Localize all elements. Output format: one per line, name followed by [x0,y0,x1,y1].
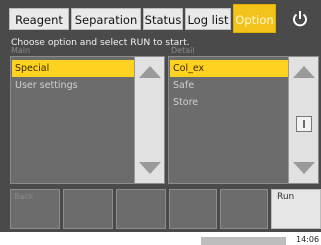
action-button-4[interactable] [169,189,217,229]
tab-reagent[interactable]: Reagent [9,8,69,30]
info-icon [303,120,305,128]
scroll-down-icon[interactable] [293,162,315,174]
option-screen: Reagent Separation Status Log list Optio… [0,0,321,232]
action-button-5[interactable] [220,189,268,229]
scroll-down-icon[interactable] [139,162,161,174]
instruction-text: Choose option and select RUN to start. [11,37,190,48]
detail-scrollbar[interactable] [288,57,318,183]
detail-item-store[interactable]: Store [170,94,288,111]
scroll-up-icon[interactable] [293,66,315,78]
power-button[interactable] [286,8,314,30]
main-item-special[interactable]: Special [12,60,134,77]
tab-option[interactable]: Option [233,4,276,33]
main-list: Special User settings [12,60,134,94]
info-button[interactable] [296,116,312,132]
power-icon [293,11,307,27]
tab-status[interactable]: Status [143,8,183,30]
action-button-2[interactable] [63,189,113,229]
tab-log-list[interactable]: Log list [185,8,231,30]
action-button-3[interactable] [116,189,166,229]
detail-item-safe[interactable]: Safe [170,77,288,94]
tab-separation[interactable]: Separation [71,8,141,30]
back-button-label: Back [14,192,34,201]
main-scrollbar[interactable] [134,57,164,183]
detail-list: Col_ex Safe Store [170,60,288,111]
run-button-label: Run [277,192,295,202]
clock: 14:06 [296,235,320,244]
run-button[interactable]: Run [271,189,321,229]
detail-item-col-ex[interactable]: Col_ex [170,60,288,77]
main-item-user-settings[interactable]: User settings [12,77,134,94]
detail-section-label: Detail [171,46,195,55]
progress-bar [201,237,286,245]
detail-list-panel: Col_ex Safe Store [168,56,319,184]
scroll-up-icon[interactable] [139,66,161,78]
main-list-panel: Special User settings [10,56,165,184]
main-section-label: Main [11,46,31,55]
back-button[interactable]: Back [10,189,60,229]
